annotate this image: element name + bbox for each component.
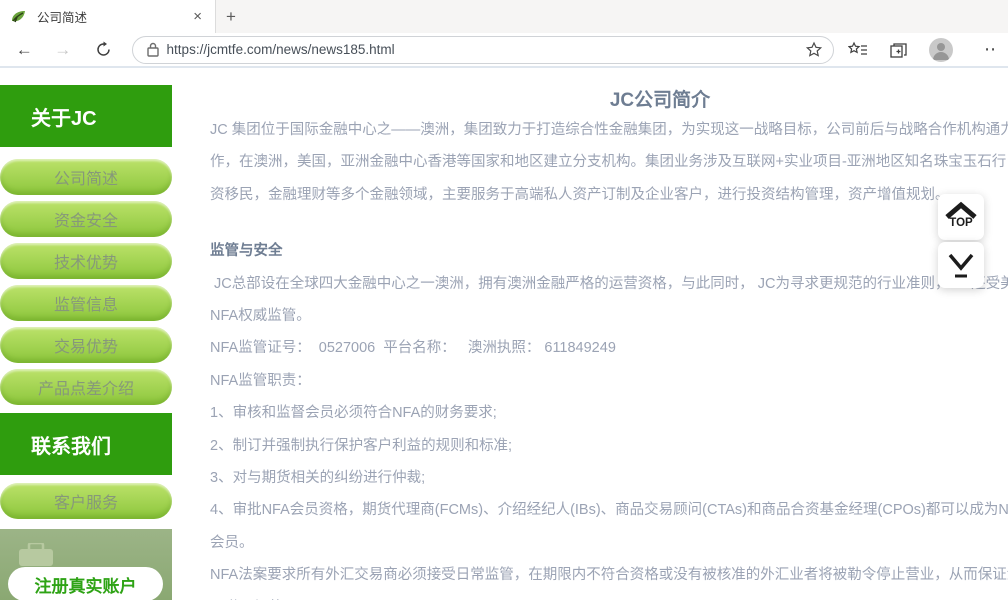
sidebar-section-contact: 联系我们: [0, 413, 172, 475]
body-line: NFA监管职责：: [210, 365, 1008, 397]
briefcase-icon: [18, 543, 54, 567]
browser-tab-bar: 公司简述 × +: [0, 0, 1008, 33]
new-tab-button[interactable]: +: [216, 0, 246, 33]
back-button[interactable]: ←: [10, 40, 39, 60]
collections-icon[interactable]: [889, 41, 908, 59]
scroll-down-button[interactable]: [938, 242, 984, 288]
sidebar-item-customer-service[interactable]: 客户服务: [0, 483, 172, 519]
site-favicon-icon: [10, 8, 27, 25]
body-line: 1、审核和监督会员必须符合NFA的财务要求;: [210, 397, 1008, 429]
sidebar-section-about: 关于JC: [0, 85, 172, 147]
body-line: 2、制订并强制执行保护客户利益的规则和标准;: [210, 430, 1008, 462]
section-heading-regulation: 监管与安全: [210, 235, 1008, 267]
sidebar: 关于JC 公司简述 资金安全 技术优势 监管信息 交易优势 产品点差介绍 联系我…: [0, 85, 172, 600]
register-real-account-button[interactable]: 注册真实账户: [8, 567, 163, 600]
favorites-list-icon[interactable]: [848, 41, 868, 59]
scroll-to-top-button[interactable]: TOP: [938, 194, 984, 240]
top-label: TOP: [949, 217, 973, 229]
sidebar-item-tech-advantage[interactable]: 技术优势: [0, 243, 172, 279]
page-title: JC公司简介: [210, 88, 1008, 114]
tab-close-icon[interactable]: ×: [190, 8, 205, 25]
page-scroll-widgets: TOP: [938, 194, 984, 290]
sidebar-item-company-profile[interactable]: 公司简述: [0, 159, 172, 195]
profile-avatar[interactable]: [929, 38, 953, 62]
sidebar-item-spread-intro[interactable]: 产品点差介绍: [0, 369, 172, 405]
settings-more-icon[interactable]: ⋯: [984, 39, 998, 60]
body-line: NFA法案要求所有外汇交易商必须接受日常监管，在期限内不符合资格或没有被核准的外…: [210, 559, 1008, 591]
body-line: 会员。: [210, 527, 1008, 559]
sidebar-item-regulation-info[interactable]: 监管信息: [0, 285, 172, 321]
intro-line: 资移民，金融理财等多个金融领域，主要服务于高端私人资产订制及企业客户，进行投资结…: [210, 179, 1008, 211]
forward-button: →: [49, 40, 78, 60]
chevron-up-icon: TOP: [942, 200, 980, 234]
toolbar-right-icons: ⋯: [848, 38, 998, 62]
sidebar-item-trading-advantage[interactable]: 交易优势: [0, 327, 172, 363]
article-content: JC公司简介 JC 集团位于国际金融中心之——澳洲，集团致力于打造综合性金融集团…: [210, 88, 1008, 600]
body-line: 易遵从规范。: [210, 592, 1008, 600]
refresh-icon[interactable]: [89, 41, 118, 58]
sidebar-item-fund-safety[interactable]: 资金安全: [0, 201, 172, 237]
register-banner: 注册真实账户: [0, 529, 172, 600]
refresh-glyph: [95, 41, 112, 58]
url-text[interactable]: https://jcmtfe.com/news/news185.html: [167, 42, 805, 57]
person-icon: [929, 38, 953, 62]
address-bar[interactable]: https://jcmtfe.com/news/news185.html: [132, 36, 834, 64]
intro-line: 作，在澳洲，美国，亚洲金融中心香港等国家和地区建立分支机构。集团业务涉及互联网+…: [210, 146, 1008, 178]
body-line: 4、审批NFA会员资格，期货代理商(FCMs)、介绍经纪人(IBs)、商品交易顾…: [210, 494, 1008, 526]
add-favorite-star-icon[interactable]: [805, 41, 823, 59]
webpage-viewport: 关于JC 公司简述 资金安全 技术优势 监管信息 交易优势 产品点差介绍 联系我…: [0, 68, 1008, 600]
browser-tab[interactable]: 公司简述 ×: [0, 0, 216, 33]
tab-title: 公司简述: [37, 7, 190, 26]
intro-line: JC 集团位于国际金融中心之——澳洲，集团致力于打造综合性金融集团，为实现这一战…: [210, 114, 1008, 146]
body-line: NFA权威监管。: [210, 300, 1008, 332]
browser-toolbar: ← → https://jcmtfe.com/news/news185.html: [0, 33, 1008, 68]
chevron-down-icon: [944, 249, 978, 281]
body-line: 3、对与期货相关的纠纷进行仲裁;: [210, 462, 1008, 494]
lock-icon: [147, 42, 159, 57]
body-line: JC总部设在全球四大金融中心之一澳洲，拥有澳洲金融严格的运营资格，与此同时， J…: [210, 268, 1008, 300]
body-line: NFA监管证号： 0527006 平台名称： 澳洲执照： 611849249: [210, 332, 1008, 364]
